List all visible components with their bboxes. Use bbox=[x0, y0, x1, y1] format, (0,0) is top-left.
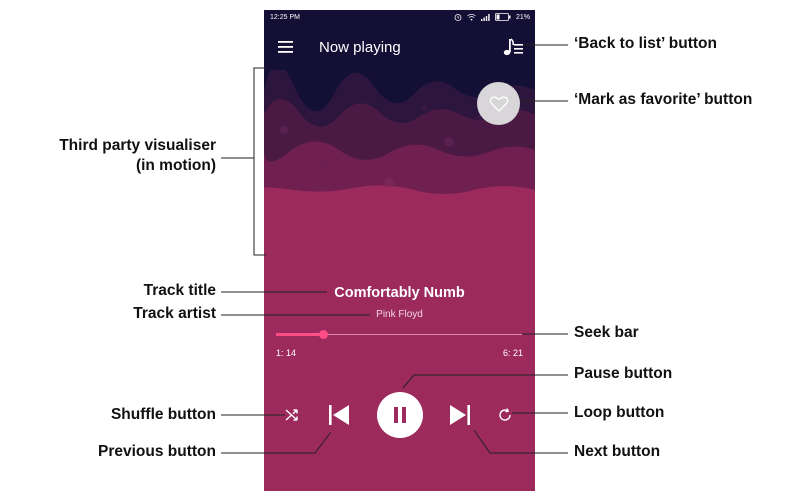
annotation-pause-button: Pause button bbox=[574, 365, 673, 382]
track-artist: Pink Floyd bbox=[376, 309, 423, 320]
seek-progress bbox=[276, 333, 323, 336]
elapsed-time: 1: 14 bbox=[276, 348, 297, 358]
alarm-icon bbox=[454, 14, 462, 21]
status-icons: 21% bbox=[454, 13, 530, 21]
next-button[interactable] bbox=[449, 403, 471, 427]
status-bar: 12:25 PM 21% bbox=[264, 10, 535, 26]
menu-button[interactable] bbox=[278, 40, 294, 54]
annotation-visualiser-line1: Third party visualiser bbox=[59, 137, 216, 154]
pause-icon bbox=[394, 407, 406, 423]
annotation-loop-button: Loop button bbox=[574, 404, 665, 421]
page-title: Now playing bbox=[319, 39, 401, 56]
status-time: 12:25 PM bbox=[270, 14, 300, 21]
shuffle-icon bbox=[285, 409, 298, 421]
seek-thumb[interactable] bbox=[319, 330, 328, 339]
hamburger-menu-icon bbox=[278, 41, 293, 53]
annotation-previous-button: Previous button bbox=[98, 443, 216, 460]
pause-button[interactable] bbox=[377, 392, 423, 438]
annotation-mark-favorite: ‘Mark as favorite’ button bbox=[574, 91, 753, 108]
annotation-shuffle-button: Shuffle button bbox=[110, 406, 216, 423]
annotation-next-button: Next button bbox=[574, 443, 661, 460]
seek-bar[interactable] bbox=[276, 329, 522, 341]
skip-next-icon bbox=[450, 405, 470, 425]
back-to-list-button[interactable] bbox=[502, 36, 524, 58]
music-list-icon bbox=[503, 38, 523, 56]
total-time: 6: 21 bbox=[502, 348, 523, 358]
previous-button[interactable] bbox=[328, 403, 350, 427]
annotation-back-to-list: ‘Back to list’ button bbox=[574, 35, 717, 52]
app-bar: Now playing bbox=[264, 26, 535, 70]
loop-button[interactable] bbox=[497, 407, 513, 423]
signal-icon bbox=[480, 14, 490, 21]
phone-screen: 12:25 PM 21% Now playing Comfortably Num… bbox=[264, 10, 535, 491]
annotation-seek-bar: Seek bar bbox=[574, 324, 639, 341]
battery-icon bbox=[495, 13, 511, 21]
loop-icon bbox=[499, 408, 511, 421]
annotation-track-artist: Track artist bbox=[133, 305, 216, 322]
heart-icon bbox=[489, 95, 508, 112]
skip-previous-icon bbox=[329, 405, 349, 425]
annotation-visualiser-line2: (in motion) bbox=[135, 157, 216, 174]
track-title: Comfortably Numb bbox=[334, 285, 465, 301]
shuffle-button[interactable] bbox=[284, 406, 302, 424]
mark-favorite-button[interactable] bbox=[477, 82, 520, 125]
annotation-track-title: Track title bbox=[143, 282, 216, 299]
battery-percent: 21% bbox=[515, 13, 530, 21]
wifi-icon bbox=[467, 13, 476, 21]
